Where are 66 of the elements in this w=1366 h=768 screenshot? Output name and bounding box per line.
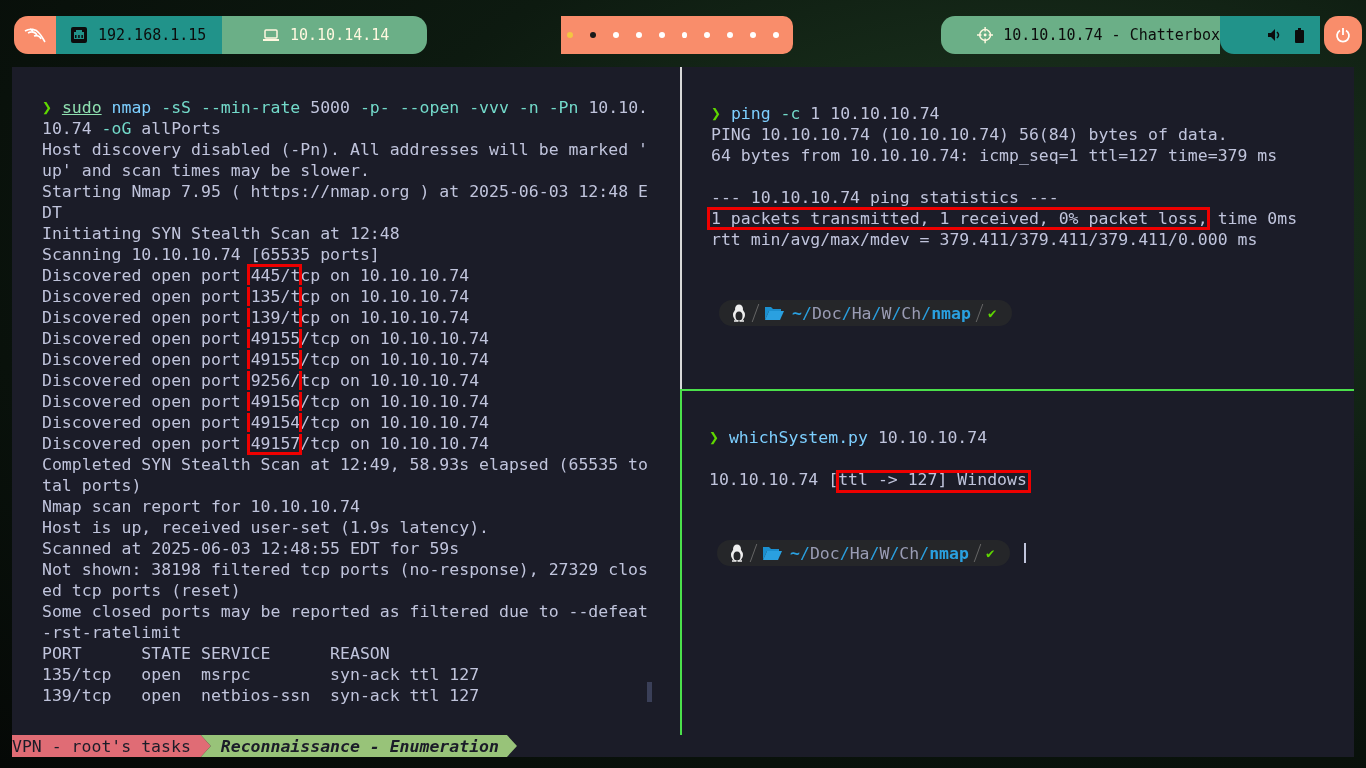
terminal-line: 139/tcp open netbios-ssn syn-ack ttl 127 [42, 685, 480, 706]
laptop-icon [262, 28, 280, 42]
terminal-line: 1 packets transmitted, 1 received, 0% packet loss, time 0ms [711, 208, 1298, 229]
crosshair-icon [977, 26, 994, 44]
terminal-line: Discovered open port 9256/tcp on 10.10.10.74 [42, 370, 480, 391]
terminal-line: Nmap scan report for 10.10.10.74 [42, 496, 360, 517]
dragon-icon [24, 27, 46, 43]
terminal-line: Host discovery disabled (-Pn). All addresses will be marked ' [42, 139, 648, 160]
prompt-path: ~/Doc/Ha/W/Ch/nmap [792, 302, 971, 324]
terminal-line: Initiating SYN Stealth Scan at 12:48 [42, 223, 400, 244]
workspace-dot[interactable] [727, 32, 734, 38]
terminal-line: ❯ whichSystem.py 10.10.10.74 [709, 427, 988, 448]
workspace-dot[interactable] [658, 32, 665, 38]
terminal-line: Discovered open port 49157/tcp on 10.10.10.74 [42, 433, 490, 454]
terminal-line: --- 10.10.10.74 ping statistics --- [711, 187, 1059, 208]
status-mark: ✔ [985, 543, 995, 563]
terminal-line: 10.74 -oG allPorts [42, 118, 221, 139]
terminal-line: rtt min/avg/max/mdev = 379.411/379.411/379.411/0.000 ms [711, 229, 1258, 250]
power-icon [1335, 27, 1351, 43]
terminal-line: Completed SYN Stealth Scan at 12:49, 58.93s elapsed (65535 to [42, 454, 648, 475]
terminal-line: 10.10.10.74 [ttl -> 127] Windows [709, 469, 1027, 490]
terminal-line: 135/tcp open msrpc syn-ack ttl 127 [42, 664, 480, 685]
penguin-icon [729, 544, 745, 562]
workspace-dot[interactable] [681, 32, 688, 38]
window-tab[interactable]: Reconnaissance - Enumeration [200, 735, 517, 757]
target-label: 10.10.10.74 - Chatterbox [1003, 26, 1220, 44]
workspace-dot[interactable] [773, 32, 780, 38]
status-mark: ✔ [987, 303, 997, 323]
terminal-line: Discovered open port 49154/tcp on 10.10.10.74 [42, 412, 490, 433]
ip-address: 192.168.1.15 [98, 26, 207, 44]
terminal-line: up' and scan times may be slower. [42, 160, 370, 181]
speaker-icon [1267, 28, 1281, 42]
folder-icon [764, 305, 784, 321]
terminal-line: Discovered open port 49156/tcp on 10.10.10.74 [42, 391, 490, 412]
terminal-line: Discovered open port 49155/tcp on 10.10.10.74 [42, 349, 490, 370]
terminal-line: Discovered open port 49155/tcp on 10.10.10.74 [42, 328, 490, 349]
terminal-line: ed tcp ports (reset) [42, 580, 241, 601]
penguin-icon [731, 304, 747, 322]
prompt-path: ~/Doc/Ha/W/Ch/nmap [790, 542, 969, 564]
terminal-line: ❯ sudo nmap -sS --min-rate 5000 -p- --open -vvv -n -Pn 10.10. [42, 97, 648, 118]
workspace-dot[interactable] [567, 32, 573, 38]
terminal-line: PORT STATE SERVICE REASON [42, 643, 390, 664]
terminal-line: Starting Nmap 7.95 ( https://nmap.org ) at 2025-06-03 12:48 E [42, 181, 648, 202]
terminal-line: Scanned at 2025-06-03 12:48:55 EDT for 59s [42, 538, 460, 559]
workspace-dot[interactable] [589, 32, 596, 38]
workspace-dot[interactable] [750, 32, 757, 38]
network-port-icon [70, 26, 88, 44]
terminal-line: ❯ ping -c 1 10.10.10.74 [711, 103, 940, 124]
terminal-line: Host is up, received user-set (1.9s latency). [42, 517, 490, 538]
terminal-line: tal ports) [42, 475, 142, 496]
workspace-dot[interactable] [612, 32, 619, 38]
workspace-dot[interactable] [635, 32, 642, 38]
terminal-line: PING 10.10.10.74 (10.10.10.74) 56(84) bytes of data. [711, 124, 1228, 145]
terminal-line: 64 bytes from 10.10.10.74: icmp_seq=1 ttl=127 time=379 ms [711, 145, 1278, 166]
terminal-line: -rst-ratelimit [42, 622, 182, 643]
launcher-button[interactable] [14, 16, 56, 54]
folder-icon [762, 545, 782, 561]
terminal-line: DT [42, 202, 62, 223]
ip-address: 10.10.14.14 [290, 26, 390, 44]
power-button[interactable] [1324, 16, 1362, 54]
workspace-dot[interactable] [704, 32, 711, 38]
terminal-line: Not shown: 38198 filtered tcp ports (no-response), 27329 clos [42, 559, 648, 580]
terminal-line: Scanning 10.10.10.74 [65535 ports] [42, 244, 380, 265]
battery-icon [1295, 27, 1304, 43]
terminal-line: Some closed ports may be reported as filtered due to --defeat [42, 601, 648, 622]
scrollbar-thumb [647, 682, 652, 702]
